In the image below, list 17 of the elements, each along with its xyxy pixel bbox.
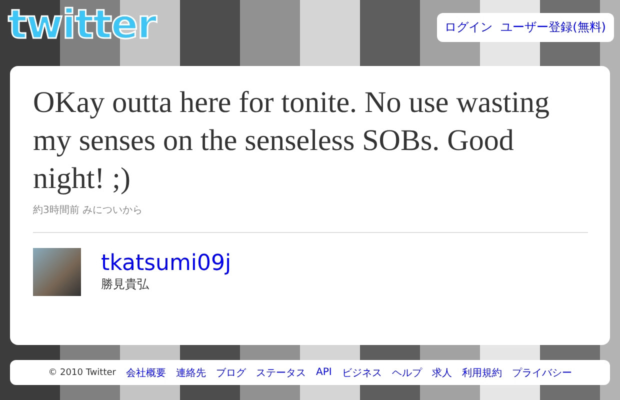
header-link[interactable]: ユーザー登録(無料) (500, 19, 606, 36)
footer-link[interactable]: 利用規約 (462, 366, 502, 380)
footer-link[interactable]: ヘルプ (392, 366, 422, 380)
copyright: © 2010 Twitter (48, 368, 116, 378)
username-link[interactable]: tkatsumi09j (101, 251, 232, 276)
header-link[interactable]: ログイン (444, 19, 493, 36)
footer-link[interactable]: 求人 (432, 366, 452, 380)
author-name: 勝見貴弘 (101, 276, 150, 293)
tweet-text: OKay outta here for tonite. No use wasting my senses on the senseless SOBs. Good night! ;) (33, 85, 551, 197)
tweet-meta: 約3時間前 みについから (33, 204, 144, 217)
footer-link[interactable]: プライバシー (512, 366, 572, 380)
footer-link[interactable]: 連絡先 (176, 366, 206, 380)
footer-link[interactable]: ステータス (256, 366, 306, 380)
footer-link[interactable]: ビジネス (342, 366, 382, 380)
footer-link[interactable]: ブログ (216, 366, 246, 380)
avatar-photo-placeholder[interactable] (33, 248, 81, 296)
footer-link[interactable]: API (316, 367, 332, 378)
